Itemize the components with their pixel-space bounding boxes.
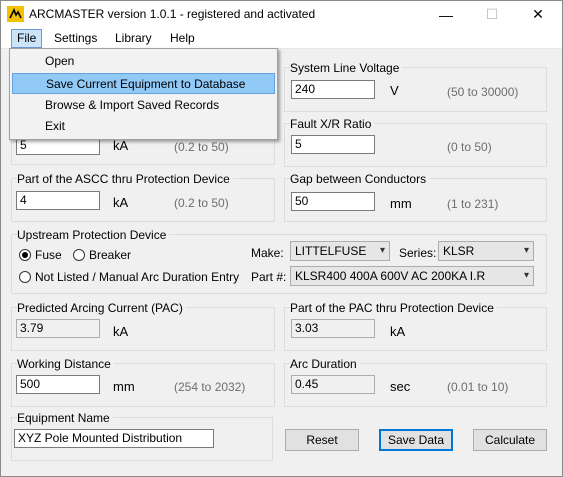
app-logo-icon	[7, 6, 24, 22]
fault-xr-label: Fault X/R Ratio	[290, 117, 375, 131]
menu-file[interactable]: File	[11, 29, 43, 48]
window-title: ARCMASTER version 1.0.1 - registered and…	[29, 7, 316, 21]
pac-unit: kA	[113, 324, 129, 339]
ascc-part-input[interactable]: 4	[16, 191, 100, 210]
file-menu-exit[interactable]: Exit	[12, 116, 275, 137]
ascc-part-range: (0.2 to 50)	[174, 196, 229, 210]
maximize-button[interactable]: ☐	[469, 1, 515, 28]
series-select[interactable]: KLSR ▾	[438, 241, 534, 261]
calculate-button[interactable]: Calculate	[473, 429, 547, 451]
voltage-unit: V	[390, 83, 399, 98]
chevron-down-icon: ▾	[523, 270, 529, 281]
part-select[interactable]: KLSR400 400A 600V AC 200KA I.R ▾	[290, 266, 534, 286]
ascc-range: (0.2 to 50)	[174, 140, 229, 154]
fault-xr-range: (0 to 50)	[447, 140, 492, 154]
pac-label: Predicted Arcing Current (PAC)	[17, 301, 186, 315]
ascc-part-unit: kA	[113, 195, 129, 210]
ascc-unit: kA	[113, 138, 129, 153]
file-menu-dropdown: Open Save Current Equipment to Database …	[9, 48, 278, 140]
arc-duration-label: Arc Duration	[290, 357, 360, 371]
equipment-label: Equipment Name	[17, 411, 113, 425]
fuse-label: Fuse	[35, 248, 62, 262]
arc-duration-range: (0.01 to 10)	[447, 380, 509, 394]
fault-xr-input[interactable]: 5	[291, 135, 375, 154]
working-distance-label: Working Distance	[17, 357, 114, 371]
make-value: LITTELFUSE	[295, 244, 367, 258]
breaker-label: Breaker	[89, 248, 132, 262]
gap-unit: mm	[390, 196, 412, 211]
file-menu-save-to-database[interactable]: Save Current Equipment to Database	[12, 73, 275, 94]
menu-settings[interactable]: Settings	[49, 30, 102, 47]
file-menu-open[interactable]: Open	[12, 51, 275, 72]
menu-library[interactable]: Library	[110, 30, 157, 47]
gap-input[interactable]: 50	[291, 192, 375, 211]
voltage-range: (50 to 30000)	[447, 85, 519, 99]
working-distance-range: (254 to 2032)	[174, 380, 246, 394]
make-label: Make:	[251, 246, 284, 260]
chevron-down-icon: ▾	[523, 245, 529, 256]
pac-part-unit: kA	[390, 324, 406, 339]
reset-button[interactable]: Reset	[285, 429, 359, 451]
voltage-label: System Line Voltage	[290, 61, 403, 75]
close-button[interactable]: ✕	[515, 1, 561, 28]
fuse-radio[interactable]	[19, 249, 31, 261]
working-distance-input[interactable]: 500	[16, 375, 100, 394]
minimize-button[interactable]: —	[423, 1, 469, 28]
gap-label: Gap between Conductors	[290, 172, 430, 186]
app-window: ARCMASTER version 1.0.1 - registered and…	[0, 0, 563, 477]
working-distance-unit: mm	[113, 379, 135, 394]
equipment-name-input[interactable]: XYZ Pole Mounted Distribution	[14, 429, 214, 448]
pac-output: 3.79	[16, 319, 100, 338]
not-listed-label: Not Listed / Manual Arc Duration Entry	[35, 270, 240, 284]
menu-bar: File Settings Library Help	[1, 28, 562, 49]
pac-part-output: 3.03	[291, 319, 375, 338]
series-label: Series:	[399, 246, 437, 260]
breaker-radio[interactable]	[73, 249, 85, 261]
not-listed-radio[interactable]	[19, 271, 31, 283]
file-menu-browse-import[interactable]: Browse & Import Saved Records	[12, 95, 275, 116]
title-bar: ARCMASTER version 1.0.1 - registered and…	[1, 1, 562, 28]
make-select[interactable]: LITTELFUSE ▾	[290, 241, 390, 261]
arc-duration-unit: sec	[390, 379, 411, 394]
gap-range: (1 to 231)	[447, 197, 499, 211]
menu-help[interactable]: Help	[165, 30, 200, 47]
upstream-label: Upstream Protection Device	[17, 228, 170, 242]
arc-duration-output: 0.45	[291, 375, 375, 394]
part-label: Part #:	[251, 270, 287, 284]
series-value: KLSR	[443, 244, 475, 258]
ascc-part-label: Part of the ASCC thru Protection Device	[17, 172, 233, 186]
voltage-input[interactable]: 240	[291, 80, 375, 99]
part-value: KLSR400 400A 600V AC 200KA I.R	[295, 269, 486, 283]
save-data-button[interactable]: Save Data	[379, 429, 453, 451]
pac-part-label: Part of the PAC thru Protection Device	[290, 301, 497, 315]
chevron-down-icon: ▾	[379, 245, 385, 256]
